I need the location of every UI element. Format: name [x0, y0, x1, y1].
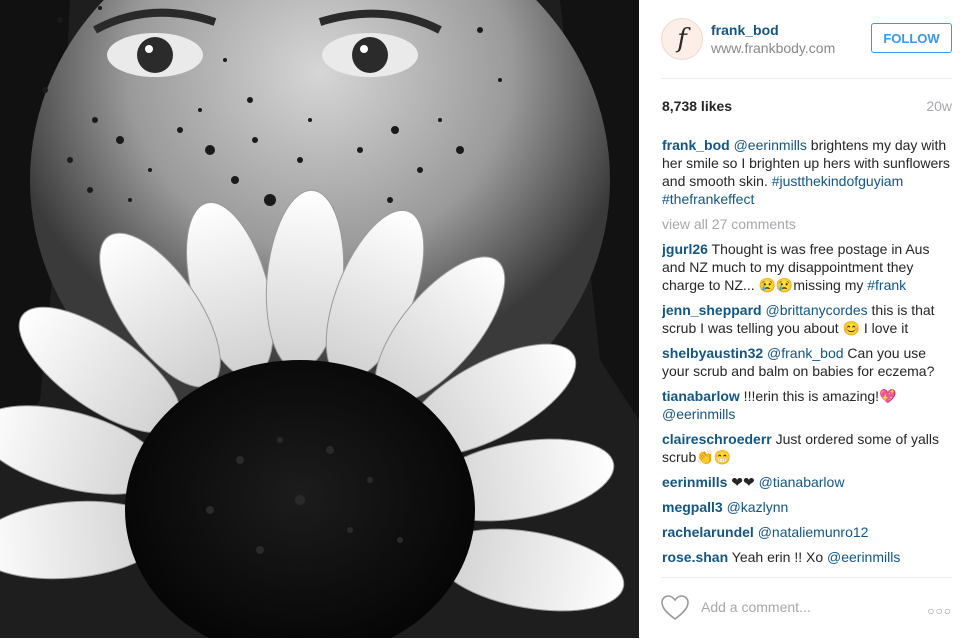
comment-username[interactable]: jenn_sheppard — [662, 302, 762, 318]
comment-mention[interactable]: @brittanycordes — [765, 302, 867, 318]
more-options-icon[interactable]: ○○○ — [927, 604, 952, 618]
photo-image — [0, 0, 639, 638]
comment-username[interactable]: eerinmills — [662, 474, 727, 490]
avatar[interactable]: f — [661, 18, 703, 60]
caption-mention[interactable]: @eerinmills — [734, 137, 807, 153]
likes-count[interactable]: 8,738 likes — [662, 98, 732, 114]
username-link[interactable]: frank_bod — [711, 22, 779, 38]
comment: jenn_sheppard @brittanycordes this is th… — [662, 301, 954, 337]
comment-mention[interactable]: @kazlynn — [727, 499, 789, 515]
comment-footer: Add a comment... ○○○ — [661, 577, 952, 639]
heart-icon[interactable] — [661, 595, 689, 621]
comment-username[interactable]: shelbyaustin32 — [662, 345, 763, 361]
comment-mention[interactable]: #frank — [867, 277, 906, 293]
post-details-panel: f frank_bod www.frankbody.com FOLLOW 8,7… — [639, 0, 974, 638]
comment: rachelarundel @nataliemunro12 — [662, 523, 954, 541]
follow-button[interactable]: FOLLOW — [871, 23, 952, 53]
caption: frank_bod @eerinmills brightens my day w… — [662, 136, 954, 208]
comment-username[interactable]: megpall3 — [662, 499, 723, 515]
comment: megpall3 @kazlynn — [662, 498, 954, 516]
comment-mention[interactable]: @frank_bod — [767, 345, 843, 361]
comment-username[interactable]: claireschroederr — [662, 431, 772, 447]
comment: eerinmills ❤❤ @tianabarlow — [662, 473, 954, 491]
caption-username[interactable]: frank_bod — [662, 137, 730, 153]
comment-username[interactable]: rose.shan — [662, 549, 728, 565]
comment-text: ❤❤ — [727, 474, 759, 490]
comment: jgurl26 Thought is was free postage in A… — [662, 240, 954, 294]
post-time[interactable]: 20w — [926, 98, 952, 114]
post-photo[interactable] — [0, 0, 639, 638]
comment-mention[interactable]: @nataliemunro12 — [758, 524, 869, 540]
comment-mention[interactable]: @tianabarlow — [759, 474, 845, 490]
comment: tianabarlow !!!erin this is amazing!💖 @e… — [662, 387, 954, 423]
comments-list: frank_bod @eerinmills brightens my day w… — [662, 136, 954, 572]
comment-username[interactable]: tianabarlow — [662, 388, 740, 404]
add-comment-input[interactable]: Add a comment... — [701, 599, 811, 615]
comment: claireschroederr Just ordered some of ya… — [662, 430, 954, 466]
comment-mention[interactable]: @eerinmills — [827, 549, 900, 565]
comment-username[interactable]: rachelarundel — [662, 524, 754, 540]
avatar-letter: f — [677, 24, 687, 54]
comment: shelbyaustin32 @frank_bod Can you use yo… — [662, 344, 954, 380]
website-link[interactable]: www.frankbody.com — [711, 40, 835, 56]
comment: rose.shan Yeah erin !! Xo @eerinmills — [662, 548, 954, 566]
post-header: f frank_bod www.frankbody.com FOLLOW — [661, 14, 952, 79]
comment-mention[interactable]: @eerinmills — [662, 406, 735, 422]
comment-text: Yeah erin !! Xo — [728, 549, 827, 565]
view-all-comments-link[interactable]: view all 27 comments — [662, 215, 954, 233]
comment-text: !!!erin this is amazing!💖 — [739, 388, 897, 404]
comment-username[interactable]: jgurl26 — [662, 241, 708, 257]
